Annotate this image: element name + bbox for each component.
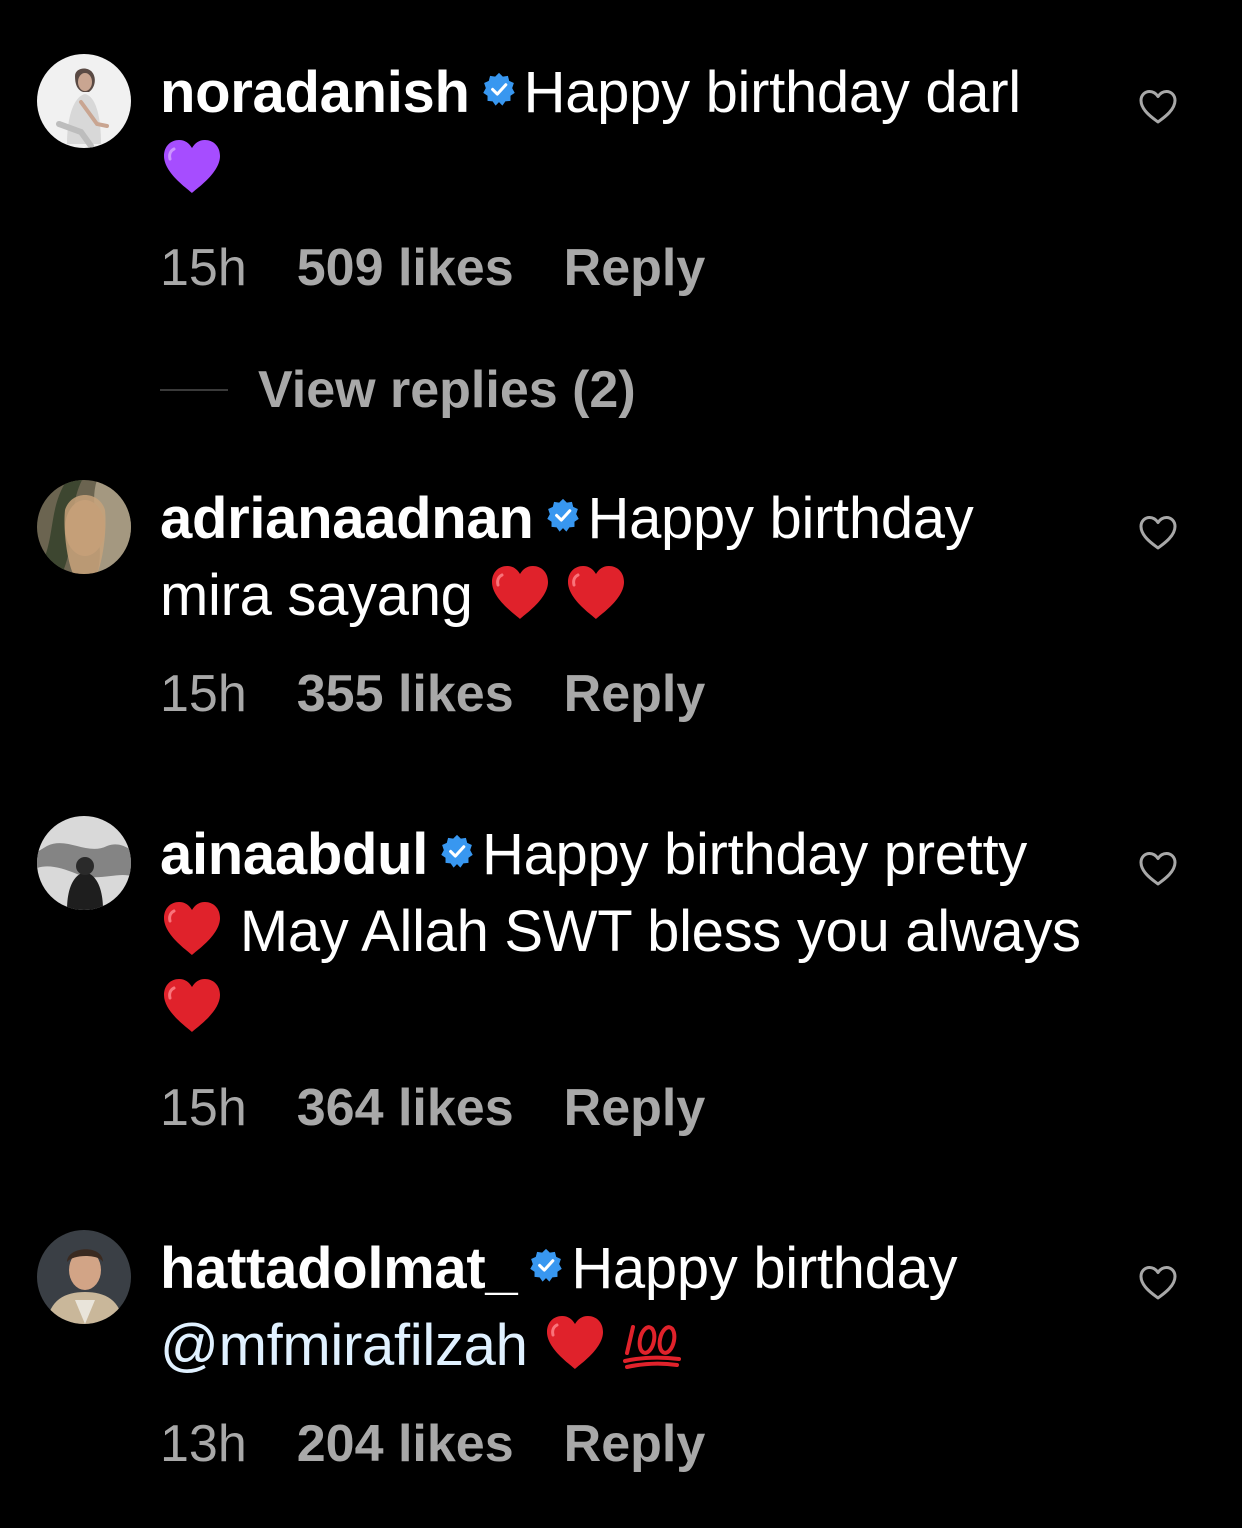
comment-meta: 15h 364 likes Reply (160, 1078, 705, 1138)
comment-meta: 15h 355 likes Reply (160, 664, 705, 724)
avatar[interactable] (37, 480, 131, 574)
verified-badge-icon (546, 498, 580, 532)
red-heart-icon (160, 899, 224, 959)
timestamp: 15h (160, 665, 247, 723)
like-heart-icon[interactable] (1138, 850, 1178, 888)
comment-body: Happy birthday pretty (482, 822, 1027, 887)
red-heart-icon (564, 563, 628, 623)
verified-badge-icon (482, 72, 516, 106)
timestamp: 15h (160, 1079, 247, 1137)
verified-badge-icon (440, 834, 474, 868)
comment-meta: 13h 204 likes Reply (160, 1414, 705, 1474)
like-heart-icon[interactable] (1138, 1264, 1178, 1302)
comment-meta: 15h 509 likes Reply (160, 238, 705, 298)
comment-body: Happy birthday (571, 1236, 958, 1301)
avatar[interactable] (37, 816, 131, 910)
likes-count[interactable]: 204 likes (297, 1414, 514, 1474)
purple-heart-icon (160, 137, 224, 197)
username[interactable]: hattadolmat_ (160, 1236, 518, 1301)
verified-badge-icon (529, 1248, 563, 1282)
divider (160, 389, 228, 391)
view-replies-label: View replies (2) (258, 361, 636, 419)
avatar[interactable] (37, 1230, 131, 1324)
mention-link[interactable]: @mfmirafilzah (160, 1313, 528, 1378)
likes-count[interactable]: 509 likes (297, 238, 514, 298)
username[interactable]: adrianaadnan (160, 486, 534, 551)
timestamp: 15h (160, 239, 247, 297)
reply-button[interactable]: Reply (564, 238, 706, 298)
likes-count[interactable]: 355 likes (297, 664, 514, 724)
red-heart-icon (543, 1313, 607, 1373)
hundred-points-icon (623, 1317, 683, 1373)
comment-text: hattadolmat_ Happy birthday @mfmirafilzah (160, 1230, 1100, 1384)
comment-text: ainaabdul Happy birthday pretty May Allah… (160, 816, 1100, 1047)
username[interactable]: ainaabdul (160, 822, 428, 887)
username[interactable]: noradanish (160, 60, 470, 125)
timestamp: 13h (160, 1415, 247, 1473)
like-heart-icon[interactable] (1138, 514, 1178, 552)
comment-body-continued: May Allah SWT bless you always (239, 899, 1081, 964)
like-heart-icon[interactable] (1138, 88, 1178, 126)
comment-body: Happy birthday darl (523, 60, 1022, 125)
red-heart-icon (488, 563, 552, 623)
reply-button[interactable]: Reply (564, 1414, 706, 1474)
comment-text: noradanish Happy birthday darl (160, 54, 1100, 208)
red-heart-icon (160, 976, 224, 1036)
reply-button[interactable]: Reply (564, 1078, 706, 1138)
reply-button[interactable]: Reply (564, 664, 706, 724)
avatar[interactable] (37, 54, 131, 148)
comment-text: adrianaadnan Happy birthday mira sayang (160, 480, 1100, 634)
view-replies-button[interactable]: View replies (2) (160, 360, 636, 420)
likes-count[interactable]: 364 likes (297, 1078, 514, 1138)
